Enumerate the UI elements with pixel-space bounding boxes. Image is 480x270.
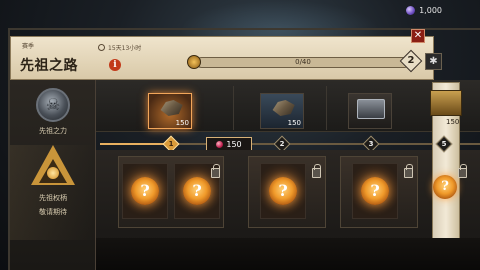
lock-icon [404,164,413,178]
sidebar-item-label: 先祖之力 [39,127,67,135]
page-title: 先祖之路 [20,58,78,74]
info-icon[interactable]: i [109,59,121,71]
strip-divider [233,86,234,130]
ruby-gem-icon [216,140,224,148]
track-node-number: 1 [168,140,174,148]
currency-amount: 1,000 [419,6,442,15]
season-timer: 15天13小时 [98,43,141,52]
coming-soon-label: 敬请期待 [39,208,67,216]
settings-button[interactable]: ✱ [425,53,442,70]
level-number: 2 [407,55,415,66]
armor-item-icon [160,100,183,116]
season-label: 赛季 [22,43,35,50]
mystery-reward[interactable]: ? [260,163,306,219]
track-node-number: 2 [279,140,285,148]
question-orb-icon: ? [183,177,211,205]
sidebar-item-ancestral-power[interactable]: 先祖之力 [10,88,96,136]
unlock-cost-button[interactable]: 150 [206,137,252,151]
timer-text: 15天13小时 [108,45,142,52]
mystery-reward[interactable]: ? [352,163,398,219]
gold-chest-icon[interactable] [430,90,462,116]
track-node-number: 3 [368,140,374,148]
strip-divider [326,86,327,130]
reward-slot[interactable]: 150 [148,93,192,129]
gem-icon [406,6,416,15]
reward-slot[interactable]: 150 [260,93,304,129]
reward-qty: 150 [287,119,301,127]
question-orb-icon: ? [269,177,297,205]
mystery-reward[interactable]: ? [122,163,168,219]
lock-icon [458,164,467,178]
track-node-number: 5 [441,140,447,148]
armor-item-icon [272,100,295,116]
question-orb-icon: ? [131,177,159,205]
bottom-shadow [96,238,480,270]
currency-display: 1,000 [406,6,442,15]
chest-icon [357,99,385,119]
close-button[interactable]: ✕ [411,29,425,43]
lock-icon [312,164,321,178]
progress-track-fill [100,143,170,145]
reward-slot[interactable] [348,93,392,129]
skull-emblem-icon [36,88,70,122]
question-orb-icon[interactable]: ? [433,175,457,199]
progress-start-icon [187,55,201,69]
triangle-emblem-icon [31,145,75,189]
cost-amount: 150 [226,139,242,149]
sidebar-item-ancestral-scepter[interactable]: 先祖权柄 敬请期待 [10,145,96,240]
lock-icon [211,164,220,178]
progress-text: 0/40 [295,58,311,66]
progress-bar: 0/40 [196,57,410,68]
question-orb-icon: ? [361,177,389,205]
reward-qty: 150 [175,119,189,127]
sidebar-item-label: 先祖权柄 [39,194,67,202]
clock-icon [98,44,105,51]
